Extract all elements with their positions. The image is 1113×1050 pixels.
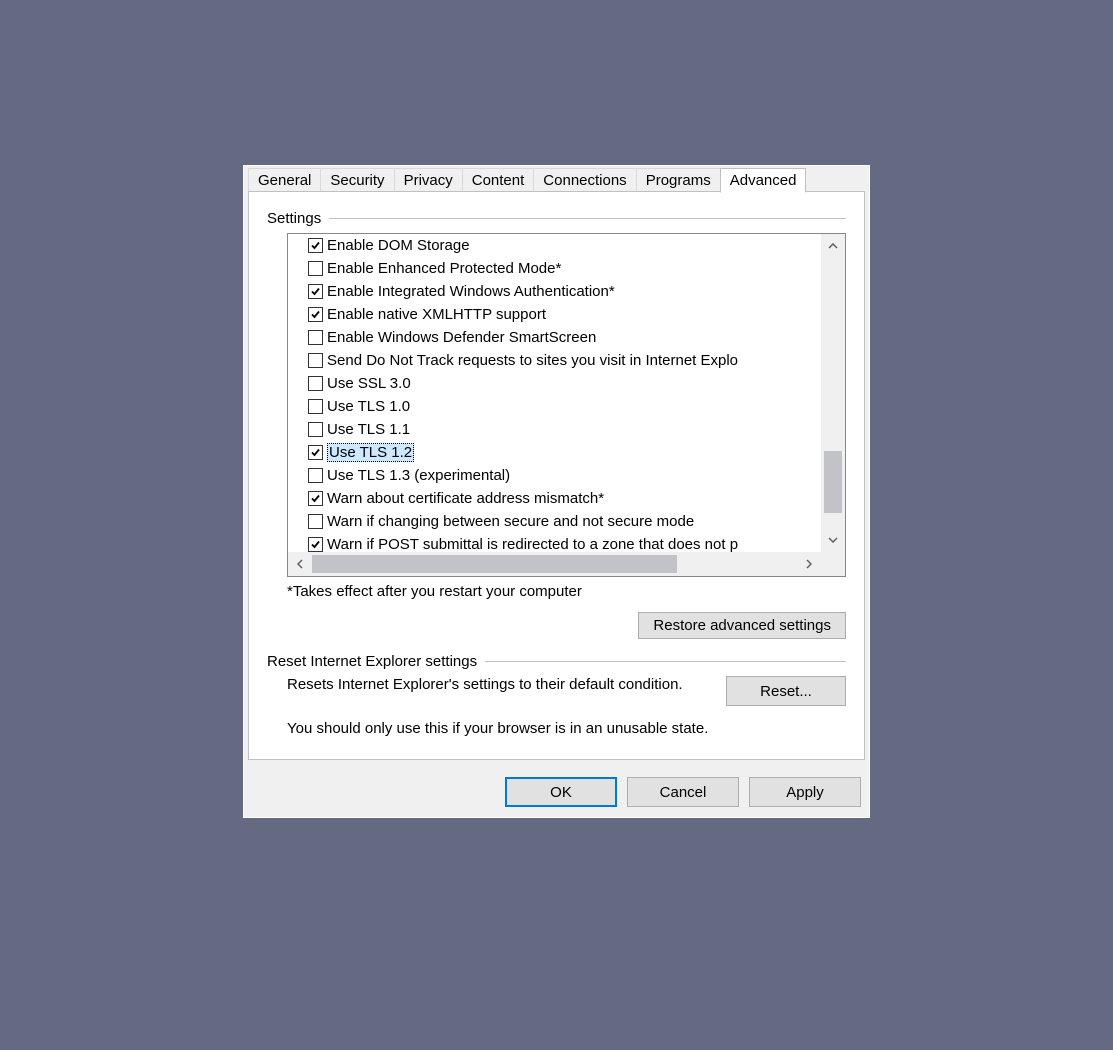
tab-privacy[interactable]: Privacy <box>394 168 463 192</box>
list-item-label: Use TLS 1.2 <box>327 443 414 462</box>
list-item[interactable]: Use TLS 1.1 <box>308 418 821 441</box>
ok-button[interactable]: OK <box>505 777 617 807</box>
reset-warning: You should only use this if your browser… <box>287 720 846 737</box>
group-rule <box>329 218 846 219</box>
list-item-label: Enable DOM Storage <box>327 237 470 254</box>
list-item[interactable]: Enable DOM Storage <box>308 234 821 257</box>
settings-group-text: Settings <box>267 210 329 227</box>
list-item[interactable]: Use SSL 3.0 <box>308 372 821 395</box>
checkbox[interactable] <box>308 537 323 552</box>
apply-button[interactable]: Apply <box>749 777 861 807</box>
list-item[interactable]: Enable native XMLHTTP support <box>308 303 821 326</box>
tab-bar: GeneralSecurityPrivacyContentConnections… <box>244 166 869 192</box>
tab-panel-advanced: Settings Enable DOM Storage Enable Enhanc… <box>248 191 865 760</box>
checkbox[interactable] <box>308 284 323 299</box>
tab-security[interactable]: Security <box>320 168 394 192</box>
checkbox[interactable] <box>308 491 323 506</box>
list-item[interactable]: Warn if POST submittal is redirected to … <box>308 533 821 552</box>
dialog-button-row: OK Cancel Apply <box>244 767 869 817</box>
list-item[interactable]: Use TLS 1.0 <box>308 395 821 418</box>
tab-connections[interactable]: Connections <box>533 168 636 192</box>
checkbox[interactable] <box>308 445 323 460</box>
restart-note: *Takes effect after you restart your com… <box>287 583 846 600</box>
tab-advanced[interactable]: Advanced <box>720 168 807 193</box>
checkbox[interactable] <box>308 514 323 529</box>
tab-programs[interactable]: Programs <box>636 168 721 192</box>
list-item[interactable]: Enable Windows Defender SmartScreen <box>308 326 821 349</box>
horizontal-scroll-thumb[interactable] <box>312 555 677 573</box>
list-item[interactable]: Enable Integrated Windows Authentication… <box>308 280 821 303</box>
reset-group-label: Reset Internet Explorer settings <box>267 653 846 670</box>
cancel-button[interactable]: Cancel <box>627 777 739 807</box>
scroll-corner <box>821 552 845 576</box>
checkbox[interactable] <box>308 238 323 253</box>
list-item[interactable]: Use TLS 1.2 <box>308 441 821 464</box>
list-item-label: Warn if changing between secure and not … <box>327 513 694 530</box>
list-content: Enable DOM Storage Enable Enhanced Protec… <box>288 234 821 552</box>
list-item-label: Enable Windows Defender SmartScreen <box>327 329 596 346</box>
scroll-right-icon[interactable] <box>797 552 821 576</box>
list-item-label: Send Do Not Track requests to sites you … <box>327 352 738 369</box>
internet-options-dialog: GeneralSecurityPrivacyContentConnections… <box>243 165 870 818</box>
list-item-label: Warn if POST submittal is redirected to … <box>327 536 738 552</box>
list-item[interactable]: Enable Enhanced Protected Mode* <box>308 257 821 280</box>
list-item-label: Use SSL 3.0 <box>327 375 411 392</box>
reset-group: Reset Internet Explorer settings Resets … <box>267 653 846 737</box>
restore-advanced-button[interactable]: Restore advanced settings <box>638 612 846 639</box>
group-rule <box>485 661 846 662</box>
list-item-label: Warn about certificate address mismatch* <box>327 490 604 507</box>
scroll-up-icon[interactable] <box>821 234 845 258</box>
settings-listbox[interactable]: Enable DOM Storage Enable Enhanced Protec… <box>287 233 846 577</box>
list-item[interactable]: Use TLS 1.3 (experimental) <box>308 464 821 487</box>
list-viewport: Enable DOM Storage Enable Enhanced Protec… <box>288 234 821 552</box>
vertical-scrollbar[interactable] <box>821 234 845 552</box>
list-item[interactable]: Warn about certificate address mismatch* <box>308 487 821 510</box>
list-item-label: Enable Enhanced Protected Mode* <box>327 260 561 277</box>
checkbox[interactable] <box>308 422 323 437</box>
list-item[interactable]: Warn if changing between secure and not … <box>308 510 821 533</box>
reset-description: Resets Internet Explorer's settings to t… <box>287 676 708 706</box>
list-item-label: Use TLS 1.3 (experimental) <box>327 467 510 484</box>
checkbox[interactable] <box>308 399 323 414</box>
settings-group-label: Settings <box>267 210 846 227</box>
checkbox[interactable] <box>308 261 323 276</box>
checkbox[interactable] <box>308 353 323 368</box>
tab-content[interactable]: Content <box>462 168 535 192</box>
list-item-label: Use TLS 1.0 <box>327 398 410 415</box>
tab-general[interactable]: General <box>248 168 321 192</box>
checkbox[interactable] <box>308 330 323 345</box>
checkbox[interactable] <box>308 307 323 322</box>
list-item[interactable]: Send Do Not Track requests to sites you … <box>308 349 821 372</box>
reset-group-text: Reset Internet Explorer settings <box>267 653 485 670</box>
scroll-left-icon[interactable] <box>288 552 312 576</box>
list-item-label: Use TLS 1.1 <box>327 421 410 438</box>
checkbox[interactable] <box>308 376 323 391</box>
list-item-label: Enable Integrated Windows Authentication… <box>327 283 615 300</box>
checkbox[interactable] <box>308 468 323 483</box>
vertical-scroll-thumb[interactable] <box>824 451 842 513</box>
reset-button[interactable]: Reset... <box>726 676 846 706</box>
horizontal-scrollbar[interactable] <box>288 552 845 576</box>
list-item-label: Enable native XMLHTTP support <box>327 306 546 323</box>
scroll-down-icon[interactable] <box>821 528 845 552</box>
